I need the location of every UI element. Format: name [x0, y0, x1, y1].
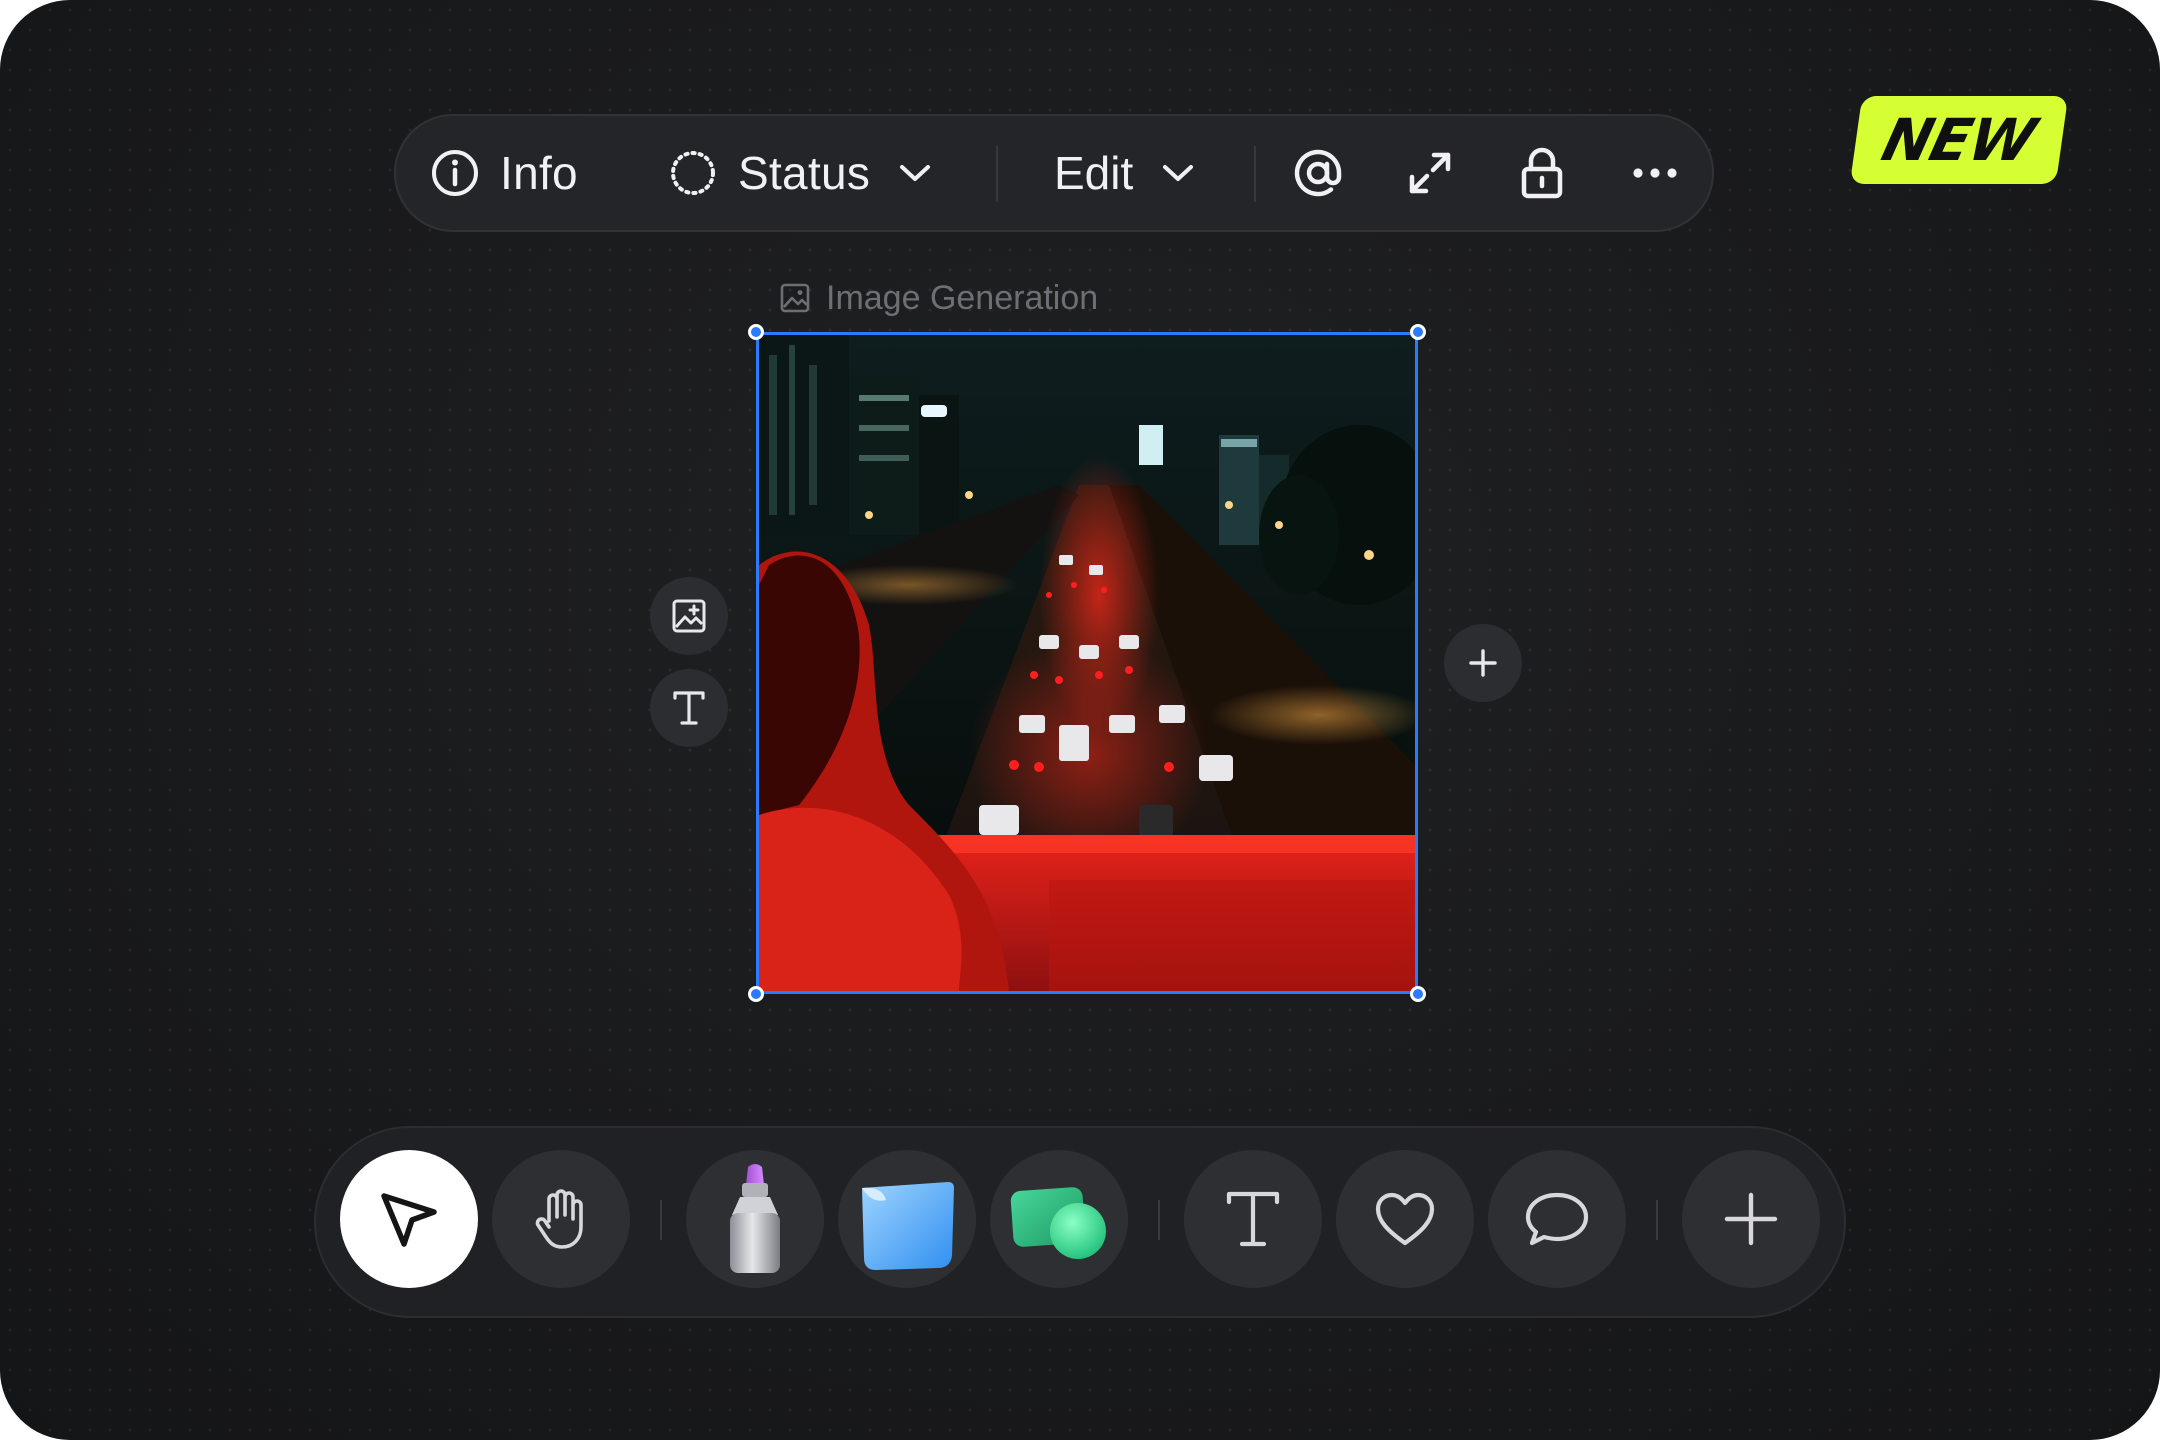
app-window: Info Status Edit NEW Image Generation [0, 0, 2160, 1440]
reaction-tool-button[interactable] [1336, 1150, 1474, 1288]
chevron-down-icon [900, 165, 931, 181]
status-ring-icon [671, 151, 715, 195]
toolbar-divider [996, 146, 998, 202]
top-toolbar: Info Status Edit [394, 114, 1714, 232]
info-icon [432, 150, 478, 196]
expand-icon [1409, 152, 1451, 194]
bottom-dock [314, 1126, 1846, 1318]
status-label: Status [738, 147, 871, 199]
dock-divider [1158, 1200, 1160, 1240]
plus-icon [1724, 1192, 1778, 1246]
chevron-down-icon [1163, 165, 1194, 181]
info-button[interactable]: Info [430, 116, 578, 230]
city-traffic-photo [759, 335, 1415, 991]
generated-image[interactable] [759, 335, 1415, 991]
dock-divider [1656, 1200, 1658, 1240]
comment-tool-button[interactable] [1488, 1150, 1626, 1288]
dock-divider [660, 1200, 662, 1240]
comment-icon [1525, 1192, 1589, 1246]
marker-icon [730, 1164, 780, 1273]
more-icon [1633, 168, 1677, 178]
new-badge-label: NEW [1876, 106, 2042, 174]
hand-icon [535, 1189, 583, 1249]
edit-dropdown[interactable]: Edit [1054, 116, 1195, 230]
info-label: Info [500, 147, 578, 199]
lock-button[interactable] [1520, 116, 1564, 230]
frame-label[interactable]: Image Generation [780, 276, 1098, 320]
shape-tool-button[interactable] [990, 1150, 1128, 1288]
add-tool-button[interactable] [1682, 1150, 1820, 1288]
add-image-button[interactable] [650, 577, 728, 655]
shape-icon [1010, 1187, 1106, 1259]
new-badge: NEW [1849, 96, 2069, 184]
resize-handle-bottom-left[interactable] [748, 986, 764, 1002]
sticky-note-icon [862, 1182, 954, 1270]
select-tool-button[interactable] [340, 1150, 478, 1288]
hand-tool-button[interactable] [492, 1150, 630, 1288]
mention-button[interactable] [1292, 116, 1344, 230]
plus-icon [1469, 649, 1497, 677]
expand-button[interactable] [1406, 116, 1454, 230]
sticky-note-tool-button[interactable] [838, 1150, 976, 1288]
frame-label-text: Image Generation [826, 278, 1099, 317]
lock-icon [1521, 147, 1563, 199]
resize-handle-top-left[interactable] [748, 324, 764, 340]
add-node-button[interactable] [1444, 624, 1522, 702]
select-cursor-icon [381, 1193, 437, 1247]
image-icon [780, 283, 810, 313]
image-frame[interactable] [748, 324, 1426, 1002]
toolbar-divider [1254, 146, 1256, 202]
status-dropdown[interactable]: Status [668, 116, 932, 230]
heart-icon [1375, 1192, 1435, 1246]
at-sign-icon [1294, 149, 1342, 197]
marker-tool-button[interactable] [686, 1150, 824, 1288]
text-tool-button[interactable] [1184, 1150, 1322, 1288]
add-image-icon [672, 599, 706, 633]
add-text-button[interactable] [650, 669, 728, 747]
more-button[interactable] [1632, 116, 1678, 230]
text-icon [1226, 1191, 1280, 1247]
resize-handle-top-right[interactable] [1410, 324, 1426, 340]
resize-handle-bottom-right[interactable] [1410, 986, 1426, 1002]
text-icon [673, 691, 705, 725]
edit-label: Edit [1054, 147, 1134, 199]
